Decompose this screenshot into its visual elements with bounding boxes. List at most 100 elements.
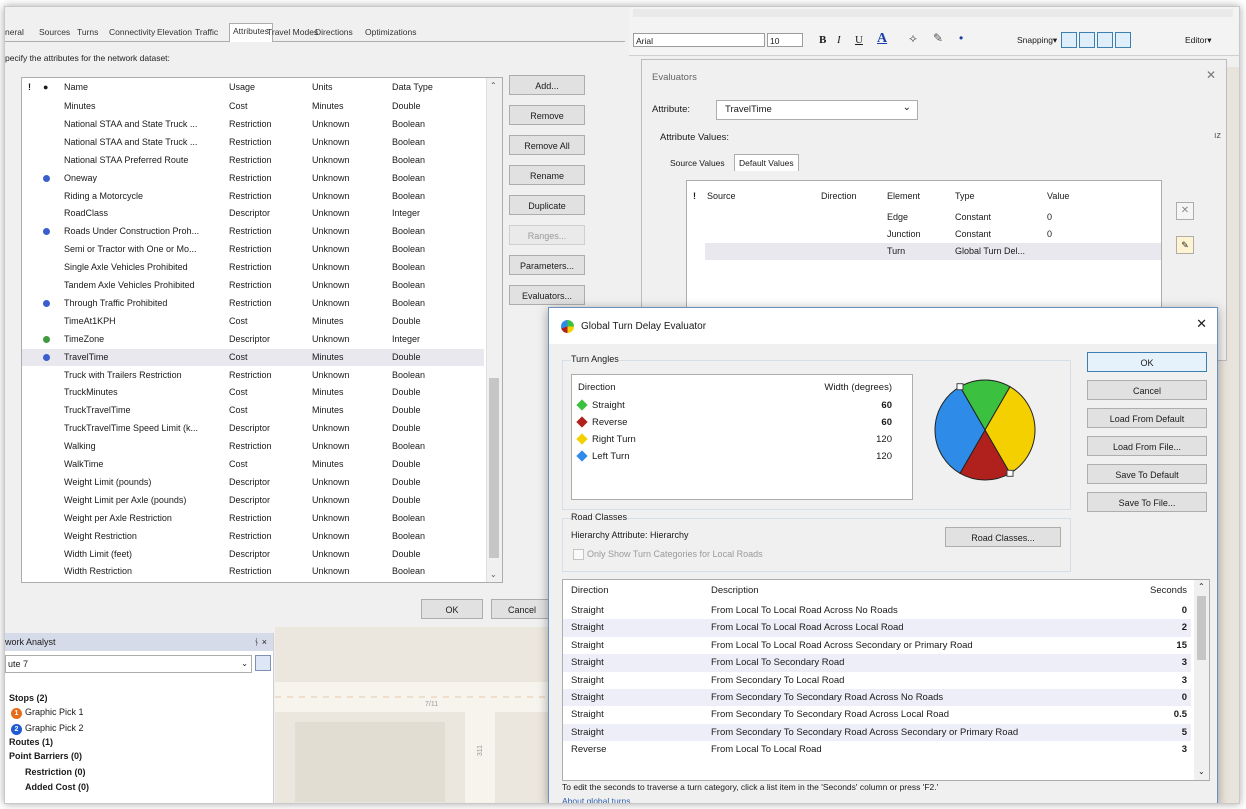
- snapping-menu[interactable]: Snapping▾: [1017, 35, 1057, 46]
- turn-seconds-cell[interactable]: 2: [1182, 619, 1187, 636]
- route-selector[interactable]: ute 7 ⌄: [5, 655, 252, 673]
- snap-end-icon[interactable]: [1079, 32, 1095, 48]
- stop-item[interactable]: 1 Graphic Pick 1: [11, 707, 84, 719]
- attribute-row[interactable]: TruckMinutes Cost Minutes Double: [22, 384, 484, 402]
- font-name-select[interactable]: Arial: [633, 33, 765, 47]
- properties-cancel-button[interactable]: Cancel: [491, 599, 553, 619]
- duplicate-button[interactable]: Duplicate: [509, 195, 585, 215]
- point-barriers-node[interactable]: Point Barriers (0): [9, 751, 82, 761]
- gtd-cancel-button[interactable]: Cancel: [1087, 380, 1207, 400]
- attribute-row[interactable]: TimeZone Descriptor Unknown Integer: [22, 331, 484, 349]
- evaluator-row[interactable]: Turn Global Turn Del...: [705, 243, 1161, 260]
- remove-all-button[interactable]: Remove All: [509, 135, 585, 155]
- font-color-icon[interactable]: A: [877, 31, 887, 47]
- units-column-header[interactable]: Units: [312, 82, 333, 92]
- scroll-up-arrow-icon[interactable]: ⌃: [1198, 582, 1205, 591]
- save-to-default-button[interactable]: Save To Default: [1087, 464, 1207, 484]
- turn-angle-row[interactable]: Left Turn 120: [576, 448, 892, 465]
- turn-angle-width[interactable]: 120: [876, 448, 892, 465]
- font-size-select[interactable]: 10: [767, 33, 803, 47]
- tab-source-values[interactable]: Source Values: [670, 158, 725, 168]
- chevron-down-icon[interactable]: ⌄: [241, 656, 248, 672]
- attribute-row[interactable]: Roads Under Construction Proh... Restrict…: [22, 223, 484, 241]
- marker-color-icon[interactable]: •: [959, 31, 963, 45]
- evaluator-row[interactable]: Edge Constant 0: [705, 209, 1161, 226]
- attribute-row[interactable]: Weight per Axle Restriction Restriction Un…: [22, 510, 484, 528]
- turn-angle-width[interactable]: 120: [876, 431, 892, 448]
- tab-traffic[interactable]: Traffic: [195, 25, 218, 40]
- name-column-header[interactable]: Name: [64, 82, 88, 92]
- direction-column-header[interactable]: Direction: [571, 582, 609, 599]
- delete-icon[interactable]: ✕: [1176, 202, 1194, 220]
- tab-default-values[interactable]: Default Values: [734, 154, 799, 171]
- bold-button[interactable]: B: [819, 34, 826, 46]
- attribute-row[interactable]: Width Restriction Restriction Unknown Boole…: [22, 563, 484, 581]
- gtd-ok-button[interactable]: OK: [1087, 352, 1207, 372]
- turn-category-row[interactable]: Straight From Local To Local Road Across …: [563, 637, 1191, 654]
- only-show-checkbox[interactable]: [573, 549, 584, 560]
- tab-directions[interactable]: Directions: [315, 25, 353, 40]
- load-from-default-button[interactable]: Load From Default: [1087, 408, 1207, 428]
- attribute-row[interactable]: Minutes Cost Minutes Double: [22, 98, 484, 116]
- attribute-row[interactable]: National STAA and State Truck ... Restric…: [22, 116, 484, 134]
- description-column-header[interactable]: Description: [711, 582, 759, 599]
- turn-category-row[interactable]: Straight From Secondary To Local Road 3: [563, 672, 1191, 689]
- turn-seconds-cell[interactable]: 0.5: [1174, 706, 1187, 723]
- evaluators-button[interactable]: Evaluators...: [509, 285, 585, 305]
- attribute-row[interactable]: TruckTravelTime Cost Minutes Double: [22, 402, 484, 420]
- turn-category-row[interactable]: Straight From Local To Secondary Road 3: [563, 654, 1191, 672]
- snap-vertex-icon[interactable]: [1097, 32, 1113, 48]
- added-cost-node[interactable]: Added Cost (0): [25, 782, 89, 792]
- pin-close-icon[interactable]: ᚾ ×: [254, 633, 267, 651]
- turn-category-row[interactable]: Straight From Secondary To Secondary Road…: [563, 706, 1191, 723]
- scrollbar-thumb[interactable]: [489, 378, 499, 558]
- icon-column-header[interactable]: ●: [43, 82, 48, 92]
- turn-seconds-cell[interactable]: 0: [1182, 602, 1187, 619]
- turn-seconds-cell[interactable]: 3: [1182, 672, 1187, 689]
- attribute-row[interactable]: Through Traffic Prohibited Restriction Unk…: [22, 295, 484, 313]
- attribute-row[interactable]: Tandem Axle Vehicles Prohibited Restricti…: [22, 277, 484, 295]
- attributes-scrollbar[interactable]: ⌃ ⌄: [486, 78, 502, 582]
- scroll-up-arrow-icon[interactable]: ⌃: [490, 81, 497, 90]
- attribute-row[interactable]: Walking Restriction Unknown Boolean: [22, 438, 484, 456]
- attribute-row[interactable]: TruckTravelTime Speed Limit (k... Descrip…: [22, 420, 484, 438]
- attribute-row[interactable]: WalkTime Cost Minutes Double: [22, 456, 484, 474]
- attribute-row[interactable]: Width Limit (feet) Descriptor Unknown Doubl…: [22, 546, 484, 564]
- attribute-row[interactable]: Single Axle Vehicles Prohibited Restricti…: [22, 259, 484, 277]
- turn-seconds-cell[interactable]: 15: [1176, 637, 1187, 654]
- attribute-row[interactable]: Semi or Tractor with One or Mo... Restric…: [22, 241, 484, 259]
- underline-button[interactable]: U: [855, 34, 863, 46]
- turn-angle-pie-chart[interactable]: [933, 374, 1037, 486]
- italic-button[interactable]: I: [837, 34, 841, 46]
- turn-category-row[interactable]: Straight From Secondary To Secondary Road…: [563, 689, 1191, 707]
- stops-node[interactable]: Stops (2): [9, 693, 48, 703]
- scrollbar-thumb[interactable]: [1197, 596, 1206, 660]
- line-color-icon[interactable]: ✎: [933, 31, 943, 45]
- ranges-button[interactable]: Ranges...: [509, 225, 585, 245]
- close-icon[interactable]: ✕: [1206, 68, 1216, 82]
- attribute-row[interactable]: Truck with Trailers Restriction Restricti…: [22, 367, 484, 385]
- chevron-down-icon[interactable]: ⌄: [903, 102, 911, 113]
- turn-category-row[interactable]: Straight From Secondary To Secondary Road…: [563, 723, 1191, 742]
- turn-seconds-cell[interactable]: 3: [1182, 654, 1187, 671]
- pie-drag-handle[interactable]: [1006, 469, 1014, 477]
- attributes-list[interactable]: ! ● Name Usage Units Data Type Minutes Co…: [21, 77, 503, 583]
- close-icon[interactable]: ✕: [1196, 316, 1207, 332]
- network-analyst-window-icon[interactable]: [255, 655, 271, 671]
- routes-node[interactable]: Routes (1): [9, 737, 53, 747]
- evaluator-row[interactable]: Junction Constant 0: [705, 226, 1161, 243]
- tab-optimizations[interactable]: Optimizations: [365, 25, 417, 40]
- stop-item[interactable]: 2 Graphic Pick 2: [11, 723, 84, 735]
- save-to-file-button[interactable]: Save To File...: [1087, 492, 1207, 512]
- attribute-row[interactable]: TravelTime Cost Minutes Double: [22, 348, 484, 367]
- turn-angle-row[interactable]: Right Turn 120: [576, 431, 892, 448]
- turn-categories-table[interactable]: Direction Description Seconds Straight Fr…: [562, 579, 1210, 781]
- attribute-row[interactable]: RoadClass Descriptor Unknown Integer: [22, 205, 484, 223]
- snap-edge-icon[interactable]: [1115, 32, 1131, 48]
- editor-menu[interactable]: Editor▾: [1185, 35, 1211, 46]
- scroll-down-arrow-icon[interactable]: ⌄: [1198, 767, 1205, 776]
- turn-seconds-cell[interactable]: 0: [1182, 689, 1187, 706]
- snap-point-icon[interactable]: [1061, 32, 1077, 48]
- attribute-row[interactable]: TimeAt1KPH Cost Minutes Double: [22, 313, 484, 331]
- turn-category-row[interactable]: Straight From Local To Local Road Across …: [563, 619, 1191, 637]
